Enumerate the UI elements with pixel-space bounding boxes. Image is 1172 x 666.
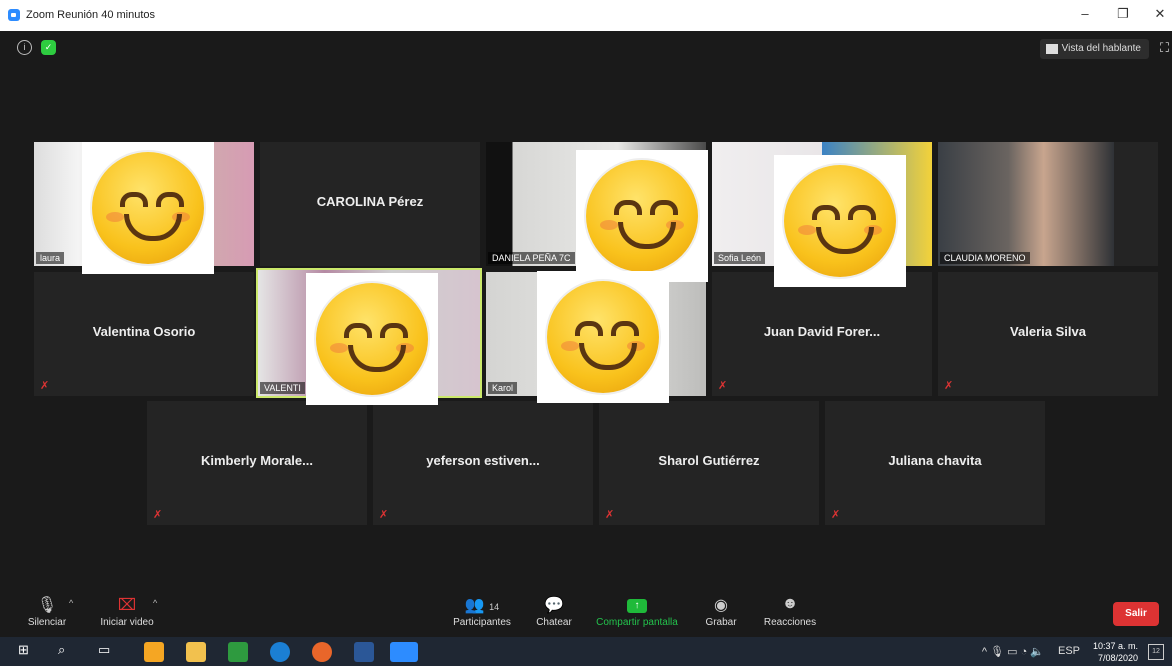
minimize-button[interactable]: – [1070, 6, 1100, 21]
muted-mic-icon: ✗ [718, 380, 728, 392]
record-icon: ◉ [714, 597, 728, 614]
muted-mic-icon: ✗ [40, 380, 50, 392]
muted-mic-icon: ✗ [831, 509, 841, 521]
participant-name: yeferson estiven... [426, 453, 540, 468]
participant-name: Valentina Osorio [92, 324, 196, 339]
participants-count: 14 [489, 602, 500, 612]
mute-button[interactable]: 🎙 Silenciar [7, 592, 87, 628]
word-icon[interactable] [354, 642, 374, 662]
participant-tile[interactable]: Kimberly Morale... ✗ [147, 401, 367, 525]
participant-label: laura [36, 252, 65, 264]
participant-name: Juliana chavita [888, 453, 982, 468]
reactions-icon: ☻ [781, 595, 799, 612]
chat-button[interactable]: 💬 Chatear [514, 592, 594, 628]
leave-meeting-button[interactable]: Salir [1113, 602, 1159, 626]
task-view-icon[interactable]: ▭ [98, 642, 118, 662]
muted-mic-icon: ✗ [379, 509, 389, 521]
participant-video [938, 142, 1114, 266]
speaker-view-button[interactable]: Vista del hablante [1039, 39, 1149, 59]
start-video-label: Iniciar video [100, 617, 154, 628]
participant-tile[interactable]: CLAUDIA MORENO [938, 142, 1158, 266]
security-shield-icon[interactable]: ✓ [41, 40, 56, 55]
participant-name: Kimberly Morale... [201, 453, 313, 468]
app-l-icon[interactable] [228, 642, 248, 662]
smiley-emoji-overlay [576, 150, 708, 282]
close-button[interactable]: ✕ [1145, 6, 1172, 22]
restore-button[interactable]: ❐ [1108, 6, 1138, 22]
reactions-label: Reacciones [763, 617, 817, 628]
smiley-emoji-overlay [774, 155, 906, 287]
mute-label: Silenciar [27, 617, 67, 628]
store-icon[interactable] [144, 642, 164, 662]
notifications-icon[interactable]: 12 [1148, 644, 1164, 660]
language-indicator[interactable]: ESP [1058, 645, 1080, 657]
smiley-emoji-overlay [82, 142, 214, 274]
windows-start-icon[interactable]: ⊞ [18, 642, 38, 662]
clock[interactable]: 10:37 a. m. 7/08/2020 [1093, 640, 1138, 664]
clock-time: 10:37 a. m. [1092, 641, 1138, 651]
participant-name: Juan David Forer... [763, 324, 881, 339]
share-screen-button[interactable]: ↑ Compartir pantalla [589, 592, 685, 628]
window-title: Zoom Reunión 40 minutos [26, 9, 156, 21]
audio-options-chevron-icon[interactable]: ^ [69, 598, 73, 608]
search-icon[interactable]: ⌕ [58, 642, 78, 662]
smiley-emoji-overlay [306, 273, 438, 405]
meeting-stage: i ✓ Vista del hablante ⛶ laura CAROLINA … [7, 31, 1169, 637]
zoom-logo-icon [8, 9, 20, 21]
system-tray-icons[interactable]: ^ 🎙 ▭ ◔ 🔈 [982, 645, 1044, 658]
share-screen-label: Compartir pantalla [596, 617, 678, 628]
participant-tile[interactable]: yeferson estiven... ✗ [373, 401, 593, 525]
file-explorer-icon[interactable] [186, 642, 206, 662]
record-label: Grabar [705, 617, 737, 628]
participant-tile[interactable]: Valeria Silva ✗ [938, 272, 1158, 396]
view-grid-icon [1045, 44, 1058, 54]
record-button[interactable]: ◉ Grabar [681, 592, 761, 628]
video-options-chevron-icon[interactable]: ^ [153, 598, 157, 608]
smiley-emoji-overlay [537, 271, 669, 403]
clock-date: 7/08/2020 [1097, 653, 1138, 663]
chat-label: Chatear [536, 617, 572, 628]
participant-name: CAROLINA Pérez [316, 194, 424, 209]
participants-label: Participantes [453, 617, 511, 628]
speaker-view-label: Vista del hablante [1061, 43, 1141, 54]
participant-name: Sharol Gutiérrez [658, 453, 760, 468]
meeting-toolbar: 🎙 Silenciar ^ ⌧ Iniciar video ^ 👥 14 Par… [7, 592, 1165, 637]
info-icon[interactable]: i [17, 40, 32, 55]
microphone-icon: 🎙 [36, 597, 58, 614]
muted-mic-icon: ✗ [605, 509, 615, 521]
participant-label: VALENTI [260, 382, 305, 394]
windows-taskbar: ⊞ ⌕ ▭ ^ 🎙 ▭ ◔ 🔈 ESP 10:37 a. m. 7/08/202… [0, 637, 1172, 666]
participant-name: Valeria Silva [1010, 324, 1086, 339]
edge-browser-icon[interactable] [270, 642, 290, 662]
participant-label: CLAUDIA MORENO [940, 252, 1030, 264]
zoom-taskbar-icon[interactable] [390, 642, 418, 662]
participant-tile[interactable]: Juliana chavita ✗ [825, 401, 1045, 525]
participant-label: Karol [488, 382, 518, 394]
muted-mic-icon: ✗ [944, 380, 954, 392]
share-screen-icon: ↑ [589, 595, 685, 617]
participant-label: Sofia León [714, 252, 766, 264]
participant-tile[interactable]: Sharol Gutiérrez ✗ [599, 401, 819, 525]
chat-icon: 💬 [544, 597, 564, 614]
title-bar: Zoom Reunión 40 minutos – ❐ ✕ [0, 0, 1172, 31]
participant-label: DANIELA PEÑA 7C [488, 252, 575, 264]
participant-tile[interactable]: Valentina Osorio ✗ [34, 272, 254, 396]
participants-button[interactable]: 👥 14 Participantes [442, 592, 522, 628]
muted-mic-icon: ✗ [153, 509, 163, 521]
participant-tile[interactable]: Juan David Forer... ✗ [712, 272, 932, 396]
participant-tile[interactable]: CAROLINA Pérez [260, 142, 480, 266]
participants-icon: 👥 14 [464, 597, 500, 614]
chrome-browser-icon[interactable] [312, 642, 332, 662]
fullscreen-icon[interactable]: ⛶ [1160, 40, 1169, 56]
reactions-button[interactable]: ☻ Reacciones [750, 592, 830, 628]
